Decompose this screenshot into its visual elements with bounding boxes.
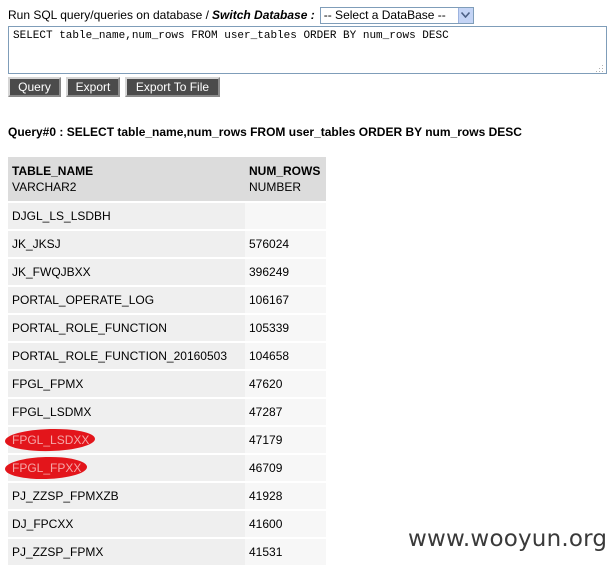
table-row: FPGL_FPMX 47620 <box>8 370 326 399</box>
column-name: TABLE_NAME <box>12 164 94 178</box>
table-name-cell: PORTAL_ROLE_FUNCTION <box>8 314 245 343</box>
red-highlight-mark: FPGL_FPXX <box>4 455 88 481</box>
num-rows-cell: 41531 <box>245 538 326 567</box>
table-name-cell: FPGL_LSDXX <box>4 426 245 455</box>
num-rows-cell: 106167 <box>245 286 326 315</box>
table-name-cell: DJGL_LS_LSDBH <box>8 202 245 231</box>
table-name-cell: JK_JKSJ <box>8 230 245 259</box>
highlighted-table-name: FPGL_FPXX <box>12 461 82 475</box>
toolbar: Query Export Export To File <box>8 77 220 97</box>
highlighted-table-name: FPGL_LSDXX <box>12 433 90 447</box>
num-rows-cell: 46709 <box>245 454 326 483</box>
num-rows-cell: 47620 <box>245 370 326 399</box>
column-header-table-name: TABLE_NAME VARCHAR2 <box>8 157 245 203</box>
table-header-row: TABLE_NAME VARCHAR2 NUM_ROWS NUMBER <box>8 157 326 203</box>
run-sql-prompt: Run SQL query/queries on database / <box>8 8 210 22</box>
num-rows-cell: 47179 <box>245 426 326 455</box>
num-rows-cell: 105339 <box>245 314 326 343</box>
database-select-value: -- Select a DataBase -- <box>323 7 446 22</box>
num-rows-cell: 104658 <box>245 342 326 371</box>
table-row: FPGL_LSDMX 47287 <box>8 398 326 427</box>
num-rows-cell: 47287 <box>245 398 326 427</box>
column-name: NUM_ROWS <box>249 164 321 178</box>
query-result-title: Query#0 : SELECT table_name,num_rows FRO… <box>8 125 522 139</box>
table-row: DJGL_LS_LSDBH <box>8 202 326 231</box>
column-type: VARCHAR2 <box>12 180 77 194</box>
table-row: PJ_ZZSP_FPMX 41531 <box>8 538 326 567</box>
chevron-down-icon[interactable] <box>457 7 473 23</box>
table-name-cell: PJ_ZZSP_FPMX <box>8 538 245 567</box>
export-to-file-button[interactable]: Export To File <box>125 77 220 97</box>
table-row: JK_JKSJ 576024 <box>8 230 326 259</box>
table-row: FPGL_LSDXX 47179 <box>4 426 326 455</box>
num-rows-cell: 396249 <box>245 258 326 287</box>
resize-grip-icon[interactable] <box>595 62 604 76</box>
table-name-cell: JK_FWQJBXX <box>8 258 245 287</box>
table-row: FPGL_FPXX 46709 <box>4 454 326 483</box>
table-row: PJ_ZZSP_FPMXZB 41928 <box>8 482 326 511</box>
switch-database-label: Switch Database : <box>212 8 315 22</box>
table-row: PORTAL_OPERATE_LOG 106167 <box>8 286 326 315</box>
table-name-cell: PORTAL_OPERATE_LOG <box>8 286 245 315</box>
table-name-cell: PORTAL_ROLE_FUNCTION_20160503 <box>8 342 245 371</box>
table-name-cell: DJ_FPCXX <box>8 510 245 539</box>
export-button[interactable]: Export <box>66 77 120 97</box>
num-rows-cell: 41928 <box>245 482 326 511</box>
table-row: PORTAL_ROLE_FUNCTION_20160503 104658 <box>8 342 326 371</box>
column-type: NUMBER <box>249 180 302 194</box>
table-name-cell: PJ_ZZSP_FPMXZB <box>8 482 245 511</box>
sql-query-input[interactable]: SELECT table_name,num_rows FROM user_tab… <box>8 26 607 74</box>
watermark: www.wooyun.org <box>408 526 608 552</box>
database-select[interactable]: -- Select a DataBase -- <box>319 6 474 24</box>
num-rows-cell: 41600 <box>245 510 326 539</box>
query-button[interactable]: Query <box>8 77 61 97</box>
column-header-num-rows: NUM_ROWS NUMBER <box>245 157 326 203</box>
num-rows-cell <box>245 202 326 231</box>
db-header: Run SQL query/queries on database / Swit… <box>8 6 474 24</box>
table-name-cell: FPGL_FPXX <box>4 454 245 483</box>
table-name-cell: FPGL_LSDMX <box>8 398 245 427</box>
num-rows-cell: 576024 <box>245 230 326 259</box>
red-highlight-mark: FPGL_LSDXX <box>4 427 96 453</box>
table-row: PORTAL_ROLE_FUNCTION 105339 <box>8 314 326 343</box>
table-row: JK_FWQJBXX 396249 <box>8 258 326 287</box>
table-name-cell: FPGL_FPMX <box>8 370 245 399</box>
result-table: TABLE_NAME VARCHAR2 NUM_ROWS NUMBER DJGL… <box>4 157 326 567</box>
table-row: DJ_FPCXX 41600 <box>8 510 326 539</box>
